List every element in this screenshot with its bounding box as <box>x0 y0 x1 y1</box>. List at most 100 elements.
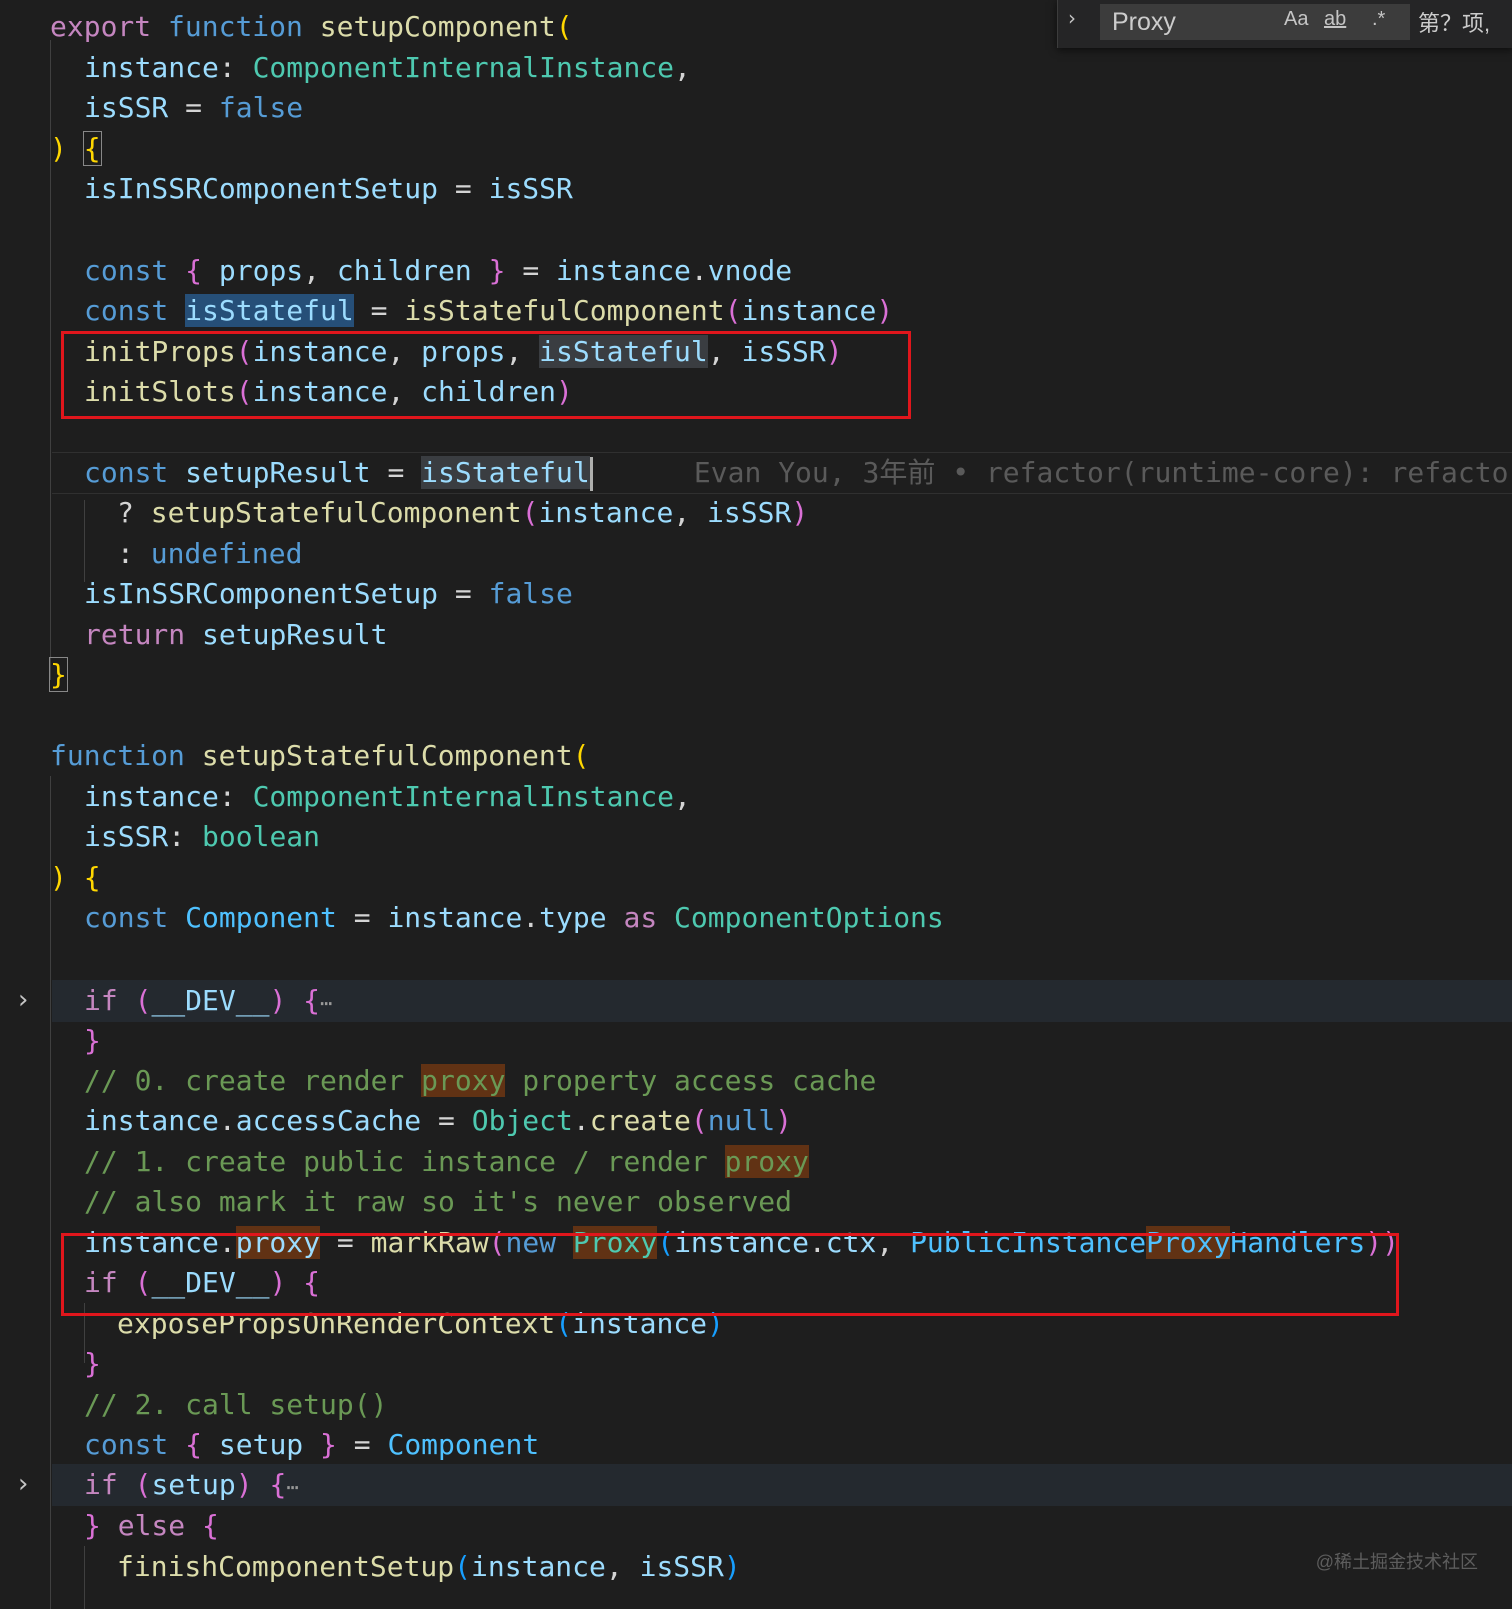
bracket: ) <box>50 861 67 894</box>
property: vnode <box>707 254 793 287</box>
variable: instance <box>741 294 877 327</box>
variable: setupResult <box>185 456 371 489</box>
bracket: { <box>202 1509 219 1542</box>
code-line[interactable]: instance: ComponentInternalInstance, <box>84 776 691 818</box>
chevron-right-icon[interactable]: › <box>18 980 28 1022</box>
code-line[interactable]: const Component = instance.type as Compo… <box>84 897 944 939</box>
punctuation: : <box>218 51 253 84</box>
chevron-right-icon[interactable]: › <box>18 1464 28 1506</box>
code-line[interactable]: instance: ComponentInternalInstance, <box>84 47 691 89</box>
code-line[interactable]: // 1. create public instance / render pr… <box>84 1141 809 1183</box>
code-line[interactable]: export function setupComponent( <box>50 6 573 48</box>
keyword: if <box>84 984 118 1017</box>
variable: isSSR <box>639 1550 724 1583</box>
variable: instance <box>84 1104 219 1137</box>
bracket: ( <box>555 10 573 43</box>
comment: // 2. call setup() <box>84 1388 388 1421</box>
indent-guide <box>50 776 51 1609</box>
code-line[interactable]: // 0. create render proxy property acces… <box>84 1060 876 1102</box>
find-widget[interactable]: › Aa ab .* 第？项, <box>1057 0 1512 48</box>
find-match-count: 第？项, <box>1418 11 1491 36</box>
code-line-folded[interactable]: if (__DEV__) {⋯ <box>84 980 332 1022</box>
code-line[interactable]: const { setup } = Component <box>84 1424 539 1466</box>
bracket: { <box>83 861 101 894</box>
variable: setup <box>151 1468 236 1501</box>
punctuation: . <box>572 1104 590 1137</box>
code-line[interactable]: ) { <box>50 128 102 170</box>
bracket: ( <box>572 739 590 772</box>
keyword: if <box>84 1468 118 1501</box>
bracket: ) <box>876 294 894 327</box>
code-line[interactable]: // also mark it raw so it's never observ… <box>84 1181 792 1223</box>
bracket: ) <box>269 984 287 1017</box>
find-match: proxy <box>724 1145 809 1178</box>
find-input[interactable] <box>1100 4 1410 40</box>
punctuation: , <box>673 496 708 529</box>
code-line[interactable]: function setupStatefulComponent( <box>50 735 589 777</box>
punctuation: : <box>218 780 253 813</box>
variable-selected: isStateful <box>185 294 354 327</box>
fold-ellipsis-icon[interactable]: ⋯ <box>320 991 332 1015</box>
code-line[interactable]: isSSR: boolean <box>84 816 320 858</box>
bracket: } <box>49 657 68 692</box>
bracket: ) <box>235 1468 253 1501</box>
parameter: instance <box>84 780 219 813</box>
code-line[interactable]: return setupResult <box>84 614 387 656</box>
keyword: as <box>623 901 658 934</box>
variable: instance <box>538 496 674 529</box>
code-line[interactable]: isSSR = false <box>84 87 303 129</box>
code-line[interactable]: } <box>84 1020 101 1062</box>
code-line[interactable]: ) { <box>50 857 101 899</box>
keyword: function <box>168 10 303 43</box>
code-line[interactable]: : undefined <box>117 533 302 575</box>
punctuation: : <box>168 820 203 853</box>
chevron-right-icon[interactable]: › <box>1068 6 1076 30</box>
code-line[interactable]: instance.accessCache = Object.create(nul… <box>84 1100 792 1142</box>
code-line[interactable]: isInSSRComponentSetup = false <box>84 573 573 615</box>
code-line[interactable]: } <box>84 1343 101 1385</box>
keyword: const <box>84 901 169 934</box>
bracket: ) <box>791 496 809 529</box>
keyword: undefined <box>150 537 303 570</box>
code-line[interactable]: const { props, children } = instance.vno… <box>84 250 792 292</box>
keyword: const <box>84 1428 169 1461</box>
variable: isInSSRComponentSetup <box>84 577 439 610</box>
code-line[interactable]: // 2. call setup() <box>84 1384 387 1426</box>
git-blame-annotation[interactable]: Evan You, 3年前 • refactor(runtime-core): … <box>694 456 1512 489</box>
code-line[interactable]: finishComponentSetup(instance, isSSR) <box>117 1546 741 1588</box>
bracket: { <box>185 254 203 287</box>
indent-guide <box>84 500 85 582</box>
code-line[interactable]: const isStateful = isStatefulComponent(i… <box>84 290 893 332</box>
match-case-toggle[interactable]: Aa <box>1284 8 1308 31</box>
parameter: isSSR <box>84 91 169 124</box>
regex-toggle[interactable]: .* <box>1372 8 1385 31</box>
code-line[interactable]: const setupResult = isStateful Evan You,… <box>84 452 1512 494</box>
operator: = <box>336 1428 388 1461</box>
whole-word-toggle[interactable]: ab <box>1324 8 1346 31</box>
bracket: ) <box>775 1104 793 1137</box>
bracket: ) <box>723 1550 741 1583</box>
variable: setup <box>218 1428 304 1461</box>
fold-ellipsis-icon[interactable]: ⋯ <box>286 1475 298 1499</box>
keyword: false <box>218 91 304 124</box>
variable: props <box>218 254 304 287</box>
comment: // 1. create public instance / render <box>84 1145 725 1178</box>
keyword: false <box>488 577 573 610</box>
punctuation: . <box>522 901 540 934</box>
code-line[interactable]: } <box>49 654 68 696</box>
code-line[interactable]: } else { <box>84 1505 219 1547</box>
operator: = <box>421 1104 472 1137</box>
code-line[interactable]: isInSSRComponentSetup = isSSR <box>84 168 573 210</box>
operator: = <box>505 254 557 287</box>
variable: Component <box>387 1428 540 1461</box>
code-editor[interactable]: › › export function setupComponent( inst… <box>0 0 1512 1609</box>
code-line[interactable]: ? setupStatefulComponent(instance, isSSR… <box>117 492 808 534</box>
annotation-highlight-box <box>61 331 911 419</box>
punctuation: . <box>218 1104 236 1137</box>
keyword: const <box>84 294 169 327</box>
type-name: ComponentInternalInstance <box>252 51 675 84</box>
function-name: create <box>589 1104 691 1137</box>
code-line-folded[interactable]: if (setup) {⋯ <box>84 1464 298 1506</box>
annotation-highlight-box <box>61 1233 1399 1316</box>
bracket: ( <box>134 984 152 1017</box>
